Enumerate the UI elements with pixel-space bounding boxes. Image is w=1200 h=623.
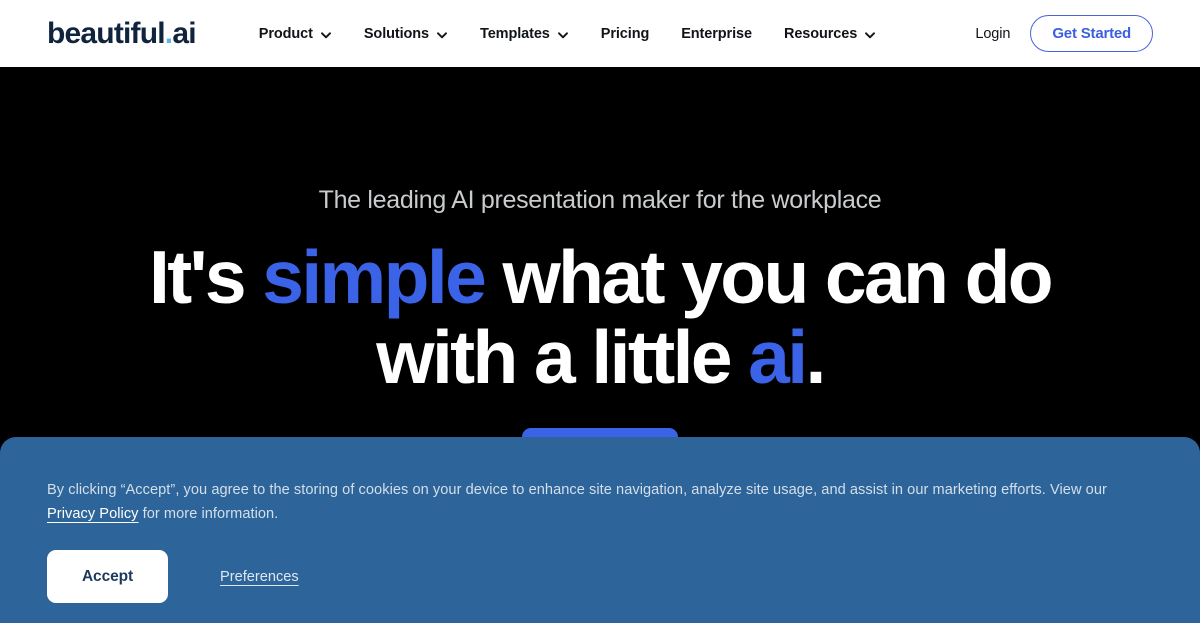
headline-accent: ai [748,315,808,400]
nav-item-resources[interactable]: Resources [768,26,892,42]
get-started-button[interactable]: Get Started [1030,15,1153,52]
chevron-down-icon [557,29,569,41]
hero-headline-line-1: It's simple what you can do [0,237,1200,317]
chevron-down-icon [864,29,876,41]
main-navigation: Product Solutions Templates Pricing Ente… [243,26,892,42]
headline-text: with a little [376,315,749,400]
cookie-text-before: By clicking “Accept”, you agree to the s… [47,482,1107,498]
hero-eyebrow: The leading AI presentation maker for th… [318,186,882,214]
chevron-down-icon [320,29,332,41]
nav-item-solutions[interactable]: Solutions [348,26,464,42]
nav-item-label: Enterprise [681,25,752,42]
nav-item-label: Templates [480,25,550,42]
privacy-policy-link[interactable]: Privacy Policy [47,506,139,522]
headline-text: what you can do [484,235,1053,319]
nav-item-label: Product [258,25,313,42]
headline-text: . [805,315,827,400]
cookie-preferences-link[interactable]: Preferences [220,569,299,585]
chevron-down-icon [436,29,448,41]
accept-cookies-button[interactable]: Accept [47,550,168,604]
logo[interactable]: beautiful. ai [47,16,197,50]
headline-text: It's [149,235,263,319]
cookie-text-after: for more information. [138,505,279,522]
hero-headline: It's simple what you can do with a littl… [0,237,1200,398]
site-header: beautiful. ai Product Solutions Templates [0,0,1200,67]
logo-dot: . [164,16,173,50]
header-actions: Login Get Started [975,15,1153,52]
cookie-banner-actions: Accept Preferences [47,550,1153,604]
nav-item-label: Solutions [363,25,430,42]
nav-item-label: Resources [783,25,858,42]
nav-item-templates[interactable]: Templates [464,26,585,42]
nav-item-label: Pricing [600,25,650,42]
page-root: beautiful. ai Product Solutions Templates [0,0,1200,623]
hero-headline-line-2: with a little ai. [0,317,1200,397]
login-link[interactable]: Login [975,26,1010,42]
nav-item-enterprise[interactable]: Enterprise [665,26,768,42]
nav-item-pricing[interactable]: Pricing [585,26,665,42]
cookie-banner-text: By clicking “Accept”, you agree to the s… [47,479,1153,526]
logo-suffix: ai [172,16,196,50]
nav-item-product[interactable]: Product [243,26,348,42]
cookie-consent-banner: By clicking “Accept”, you agree to the s… [0,437,1200,623]
logo-name: beautiful [47,16,166,50]
headline-accent: simple [262,235,487,319]
